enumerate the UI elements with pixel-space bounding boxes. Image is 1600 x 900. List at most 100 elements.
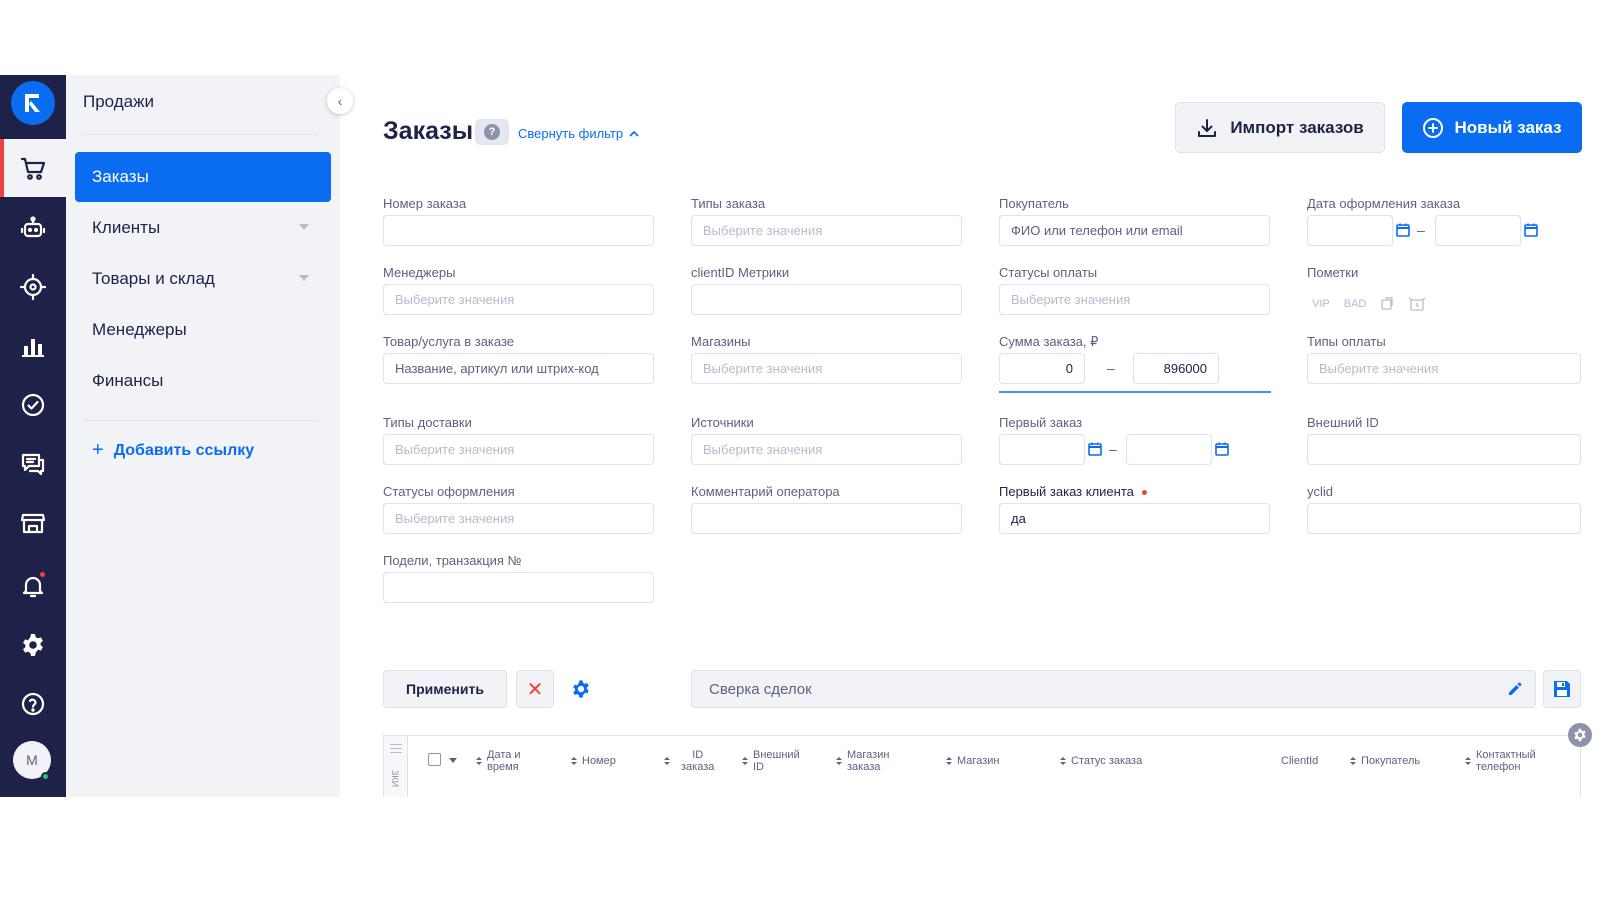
floppy-disk-icon bbox=[1554, 681, 1570, 697]
label-first-order: Первый заказ bbox=[999, 415, 1083, 430]
rail-item-notifications[interactable] bbox=[0, 557, 66, 615]
collapse-sidebar-button[interactable]: ‹ bbox=[327, 88, 353, 114]
label-order-date: Дата оформления заказа bbox=[1307, 196, 1461, 211]
sources-select[interactable]: Выберите значения bbox=[691, 434, 962, 465]
sidebar-item-finance[interactable]: Финансы bbox=[75, 356, 331, 406]
calendar-icon[interactable] bbox=[1088, 442, 1102, 456]
rail-item-chats[interactable] bbox=[0, 435, 66, 493]
column-header-external-id[interactable]: Внешний ID bbox=[742, 749, 800, 773]
add-link-button[interactable]: + Добавить ссылку bbox=[92, 439, 254, 462]
apply-button[interactable]: Применить bbox=[383, 670, 507, 708]
check-circle-icon bbox=[21, 393, 45, 417]
first-order-to-input[interactable] bbox=[1126, 434, 1212, 465]
column-header-contact-phone[interactable]: Контактный телефон bbox=[1465, 749, 1536, 773]
sidebar-item-products[interactable]: Товары и склад bbox=[75, 254, 331, 304]
column-header-buyer[interactable]: Покупатель bbox=[1350, 755, 1420, 767]
chevron-up-icon bbox=[629, 130, 639, 137]
import-orders-button[interactable]: Импорт заказов bbox=[1175, 102, 1385, 153]
table-side-label: ЗКИ bbox=[390, 770, 400, 788]
label-order-number: Номер заказа bbox=[383, 196, 467, 211]
help-button[interactable]: ? bbox=[475, 119, 509, 145]
rail-item-sales[interactable] bbox=[0, 139, 66, 197]
order-sum-to-input[interactable]: 896000 bbox=[1133, 353, 1219, 384]
alarm-icon[interactable] bbox=[1408, 297, 1426, 311]
rail-item-settings[interactable] bbox=[0, 616, 66, 674]
label-product: Товар/услуга в заказе bbox=[383, 334, 515, 349]
sort-icon bbox=[946, 757, 952, 765]
select-all-checkbox[interactable] bbox=[428, 753, 441, 766]
range-slider-track[interactable] bbox=[999, 391, 1271, 393]
rail-item-help[interactable] bbox=[0, 675, 66, 733]
client-id-input[interactable] bbox=[691, 284, 962, 315]
product-input[interactable]: Название, артикул или штрих-код bbox=[383, 353, 654, 384]
plus-icon: + bbox=[92, 439, 104, 461]
logo-icon[interactable] bbox=[11, 81, 55, 125]
pencil-icon[interactable] bbox=[1507, 681, 1523, 697]
calendar-icon[interactable] bbox=[1396, 223, 1410, 237]
client-first-order-select[interactable]: да bbox=[999, 503, 1270, 534]
column-header-shop[interactable]: Магазин bbox=[946, 755, 999, 767]
filter-preset-field[interactable]: Сверка сделок bbox=[691, 670, 1536, 708]
operator-comment-input[interactable] bbox=[691, 503, 962, 534]
clear-filter-button[interactable]: ✕ bbox=[516, 670, 554, 708]
sidebar-item-orders[interactable]: Заказы bbox=[75, 152, 331, 202]
copy-icon[interactable] bbox=[1380, 297, 1394, 311]
question-icon: ? bbox=[484, 124, 500, 140]
rail-item-store[interactable] bbox=[0, 494, 66, 552]
sidebar-item-clients[interactable]: Клиенты bbox=[75, 203, 331, 253]
payment-statuses-select[interactable]: Выберите значения bbox=[999, 284, 1270, 315]
shops-select[interactable]: Выберите значения bbox=[691, 353, 962, 384]
label-managers: Менеджеры bbox=[383, 265, 456, 280]
table-drag-handle[interactable]: ЗКИ bbox=[384, 736, 408, 797]
yclid-input[interactable] bbox=[1307, 503, 1581, 534]
chevron-down-icon[interactable] bbox=[449, 758, 457, 763]
delivery-types-select[interactable]: Выберите значения bbox=[383, 434, 654, 465]
calendar-icon[interactable] bbox=[1524, 223, 1538, 237]
label-sources: Источники bbox=[691, 415, 754, 430]
label-client-first-order: Первый заказ клиента bbox=[999, 484, 1147, 499]
order-date-from-input[interactable] bbox=[1307, 215, 1393, 246]
rail-item-marketing[interactable] bbox=[0, 258, 66, 316]
order-types-select[interactable]: Выберите значения bbox=[691, 215, 962, 246]
online-status-dot bbox=[41, 772, 50, 781]
save-preset-button[interactable] bbox=[1543, 670, 1581, 708]
section-sidebar: Продажи Заказы Клиенты Товары и склад Ме… bbox=[66, 75, 340, 797]
column-header-order-status[interactable]: Статус заказа bbox=[1060, 755, 1142, 767]
column-header-number[interactable]: Номер bbox=[571, 755, 616, 767]
column-header-date[interactable]: Дата и время bbox=[476, 749, 521, 773]
column-header-order-id[interactable]: ID заказа bbox=[664, 749, 714, 773]
checkout-statuses-select[interactable]: Выберите значения bbox=[383, 503, 654, 534]
column-header-client-id[interactable]: ClientId bbox=[1281, 755, 1318, 767]
external-id-input[interactable] bbox=[1307, 434, 1581, 465]
tag-vip[interactable]: VIP bbox=[1312, 298, 1330, 310]
new-order-button[interactable]: Новый заказ bbox=[1402, 102, 1582, 153]
chevron-left-icon: ‹ bbox=[337, 93, 343, 109]
sidebar-item-managers[interactable]: Менеджеры bbox=[75, 305, 331, 355]
podeli-input[interactable] bbox=[383, 572, 654, 603]
managers-select[interactable]: Выберите значения bbox=[383, 284, 654, 315]
app-window: M Продажи Заказы Клиенты Товары и склад … bbox=[0, 75, 1600, 797]
tag-bad[interactable]: BAD bbox=[1344, 298, 1367, 310]
table-settings-button[interactable] bbox=[1568, 723, 1592, 747]
rail-item-bots[interactable] bbox=[0, 199, 66, 257]
rail-item-analytics[interactable] bbox=[0, 317, 66, 375]
store-icon bbox=[20, 513, 46, 534]
order-sum-from-input[interactable]: 0 bbox=[999, 353, 1085, 384]
label-shops: Магазины bbox=[691, 334, 751, 349]
column-header-order-shop[interactable]: Магазин заказа bbox=[836, 749, 889, 773]
rail-item-tasks[interactable] bbox=[0, 376, 66, 434]
calendar-icon[interactable] bbox=[1215, 442, 1229, 456]
label-order-sum: Сумма заказа, ₽ bbox=[999, 334, 1099, 349]
label-delivery-types: Типы доставки bbox=[383, 415, 472, 430]
order-number-input[interactable] bbox=[383, 215, 654, 246]
toggle-filter-link[interactable]: Свернуть фильтр bbox=[518, 126, 639, 141]
gear-icon bbox=[1574, 728, 1586, 742]
sort-icon bbox=[742, 757, 748, 765]
payment-types-select[interactable]: Выберите значения bbox=[1307, 353, 1581, 384]
filter-settings-icon[interactable] bbox=[570, 678, 592, 700]
order-date-to-input[interactable] bbox=[1435, 215, 1521, 246]
buyer-input[interactable]: ФИО или телефон или email bbox=[999, 215, 1270, 246]
main-content: Заказы ? Свернуть фильтр Импорт заказов … bbox=[340, 75, 1600, 797]
first-order-from-input[interactable] bbox=[999, 434, 1085, 465]
marks-toggles: VIP BAD bbox=[1312, 297, 1426, 311]
